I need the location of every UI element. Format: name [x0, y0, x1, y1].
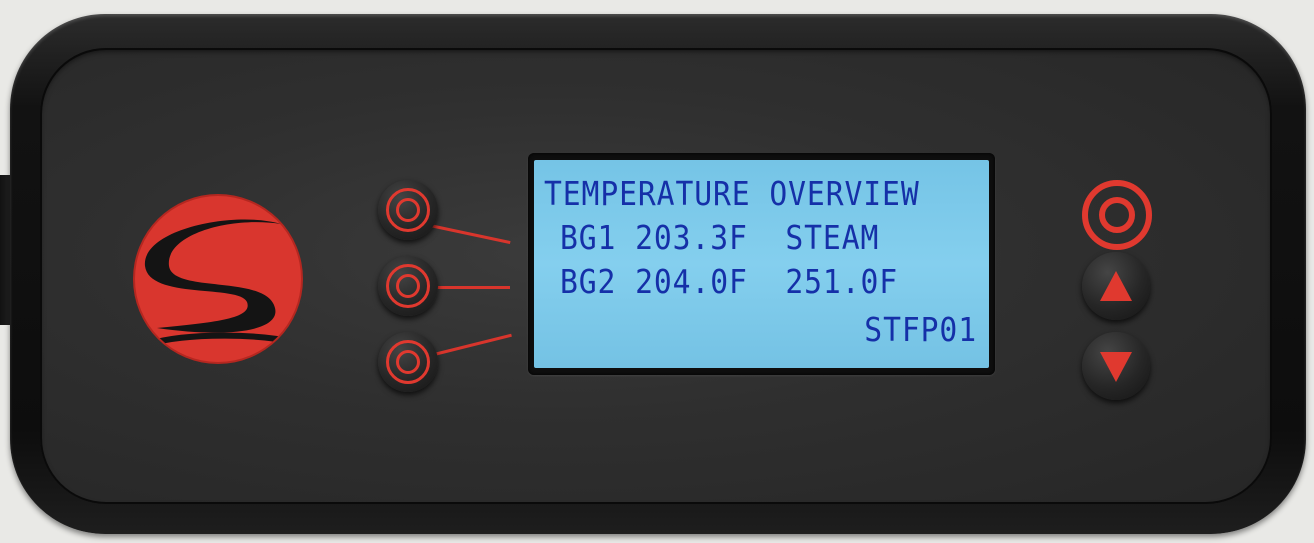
ring-inner	[396, 198, 420, 222]
soft-key-2-leader-line	[430, 286, 510, 289]
lcd-line-bg1: BG1 203.3F STEAM	[560, 218, 880, 257]
triangle-up-icon	[1100, 271, 1132, 301]
lcd-title: TEMPERATURE OVERVIEW	[544, 174, 920, 213]
lcd-line-bg2: BG2 204.0F 251.0F	[560, 262, 899, 301]
ring-inner	[396, 350, 420, 374]
lcd-screen: TEMPERATURE OVERVIEW BG1 203.3F STEAM BG…	[534, 160, 989, 368]
brand-logo-icon	[135, 196, 301, 362]
down-button[interactable]	[1082, 332, 1150, 400]
triangle-down-icon	[1100, 352, 1132, 382]
power-button[interactable]	[1082, 180, 1152, 250]
soft-key-1-button[interactable]	[378, 180, 438, 240]
up-button[interactable]	[1082, 252, 1150, 320]
ring-inner	[396, 274, 420, 298]
lcd-line-model: STFP01	[864, 310, 977, 349]
double-ring-power-icon	[1099, 197, 1135, 233]
soft-key-3-button[interactable]	[378, 332, 438, 392]
soft-key-2-button[interactable]	[378, 256, 438, 316]
